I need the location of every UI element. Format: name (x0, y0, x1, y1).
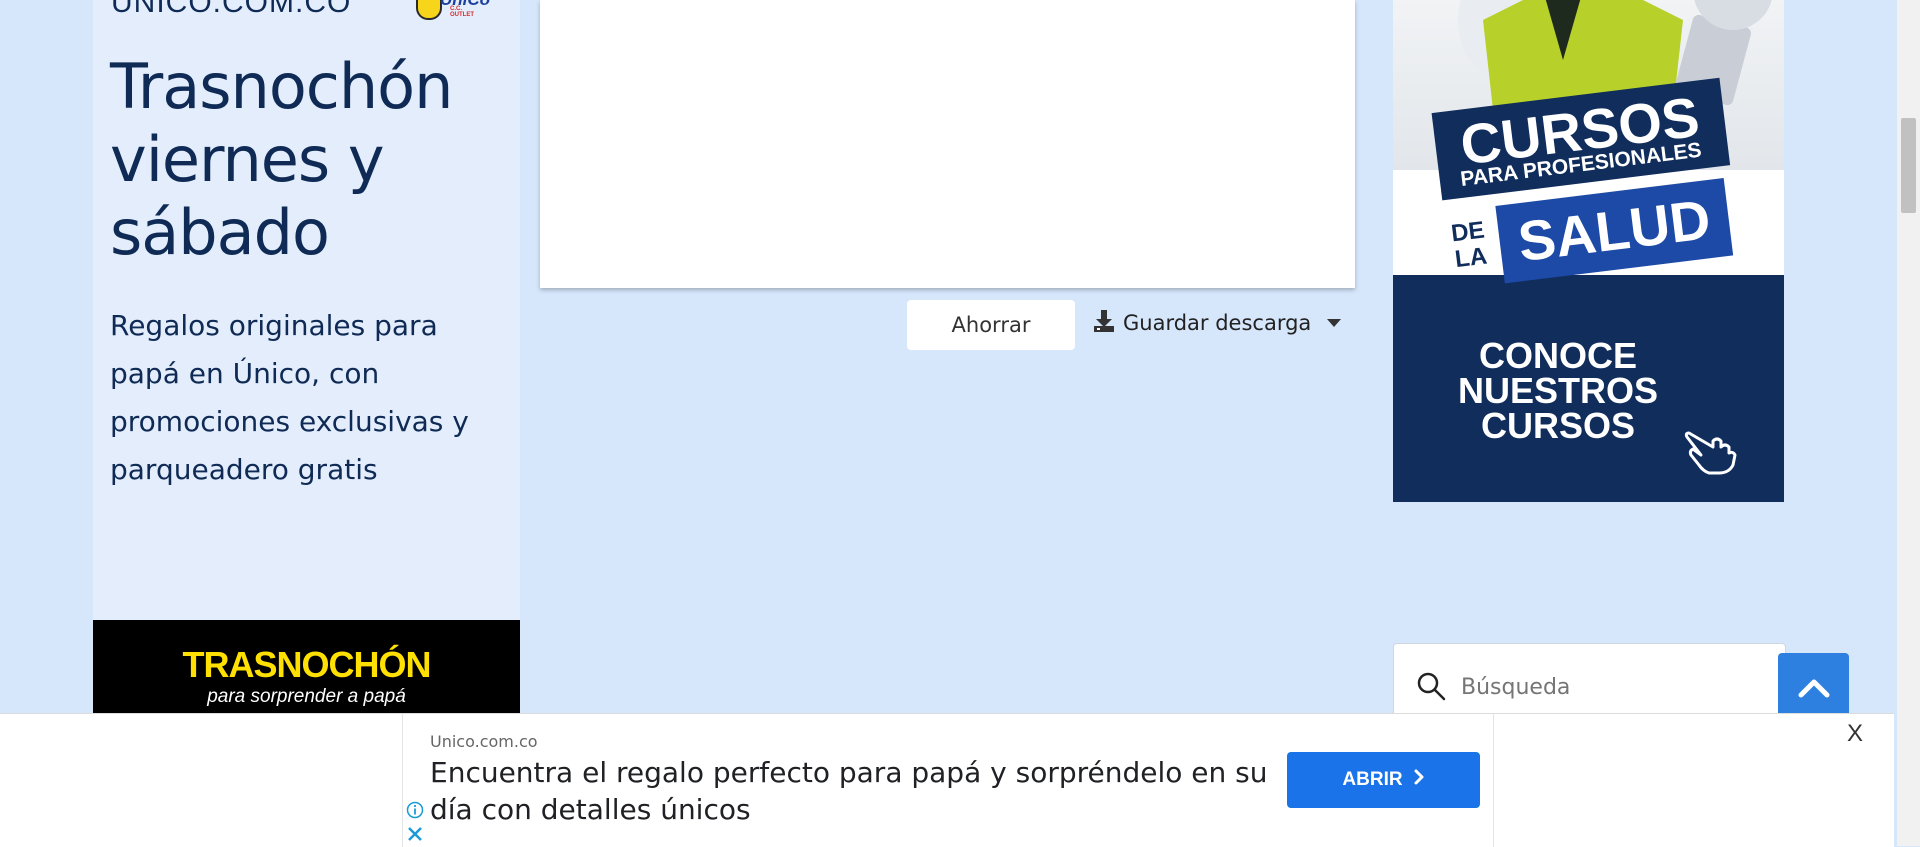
search-input[interactable] (1459, 666, 1763, 708)
ad-domain: UNICO.COM.CO (111, 0, 352, 19)
scrollbar-thumb[interactable] (1901, 118, 1916, 213)
left-ad[interactable]: UNICO.COM.CO ÚniCo C.C. OUTLET Trasnochó… (93, 0, 520, 720)
page-scrollbar[interactable] (1897, 0, 1920, 846)
content-panel (540, 0, 1355, 288)
chevron-right-icon (1413, 768, 1425, 792)
ad-title-line3: SALUD (1495, 177, 1734, 284)
close-ad-button[interactable]: X (1847, 720, 1863, 748)
download-label: Guardar descarga (1123, 311, 1312, 335)
banner-subtitle: para sorprender a papá (207, 686, 406, 707)
search-icon (1416, 671, 1446, 705)
ad-title-block: CURSOS PARA PROFESIONALES SALUD DE LA (1424, 77, 1747, 317)
ad-message[interactable]: Encuentra el regalo perfecto para papá y… (430, 754, 1270, 828)
ad-body: Regalos originales para papá en Único, c… (110, 309, 469, 486)
save-button[interactable]: Ahorrar (907, 300, 1075, 350)
logo-subtext: C.C. OUTLET (450, 6, 474, 18)
chevron-down-icon (1327, 319, 1342, 327)
ad-banner[interactable]: TRASNOCHÓN para sorprender a papá (93, 620, 520, 720)
ad-close-icon[interactable] (406, 825, 424, 847)
ad-source: Unico.com.co (430, 732, 538, 751)
ad-title-prefix: DE LA (1449, 216, 1489, 274)
ad-cta-text: CONOCE NUESTROS CURSOS (1457, 335, 1659, 446)
right-ad[interactable]: CURSOS PARA PROFESIONALES SALUD DE LA CO… (1393, 0, 1784, 502)
open-ad-label: ABRIR (1342, 769, 1403, 790)
bottom-ad-bar: Unico.com.co Encuentra el regalo perfect… (0, 713, 1894, 847)
ad-headline: Trasnochón viernes y sábado (110, 50, 453, 269)
download-icon (1093, 309, 1115, 338)
download-dropdown[interactable]: Guardar descarga (1093, 305, 1342, 341)
ad-info-icon[interactable] (406, 801, 424, 823)
banner-title: TRASNOCHÓN (182, 644, 432, 685)
unico-logo: ÚniCo C.C. OUTLET (416, 0, 490, 20)
pointer-hand-icon (1683, 425, 1739, 479)
open-ad-button[interactable]: ABRIR (1287, 752, 1480, 808)
chevron-up-icon (1798, 677, 1830, 703)
